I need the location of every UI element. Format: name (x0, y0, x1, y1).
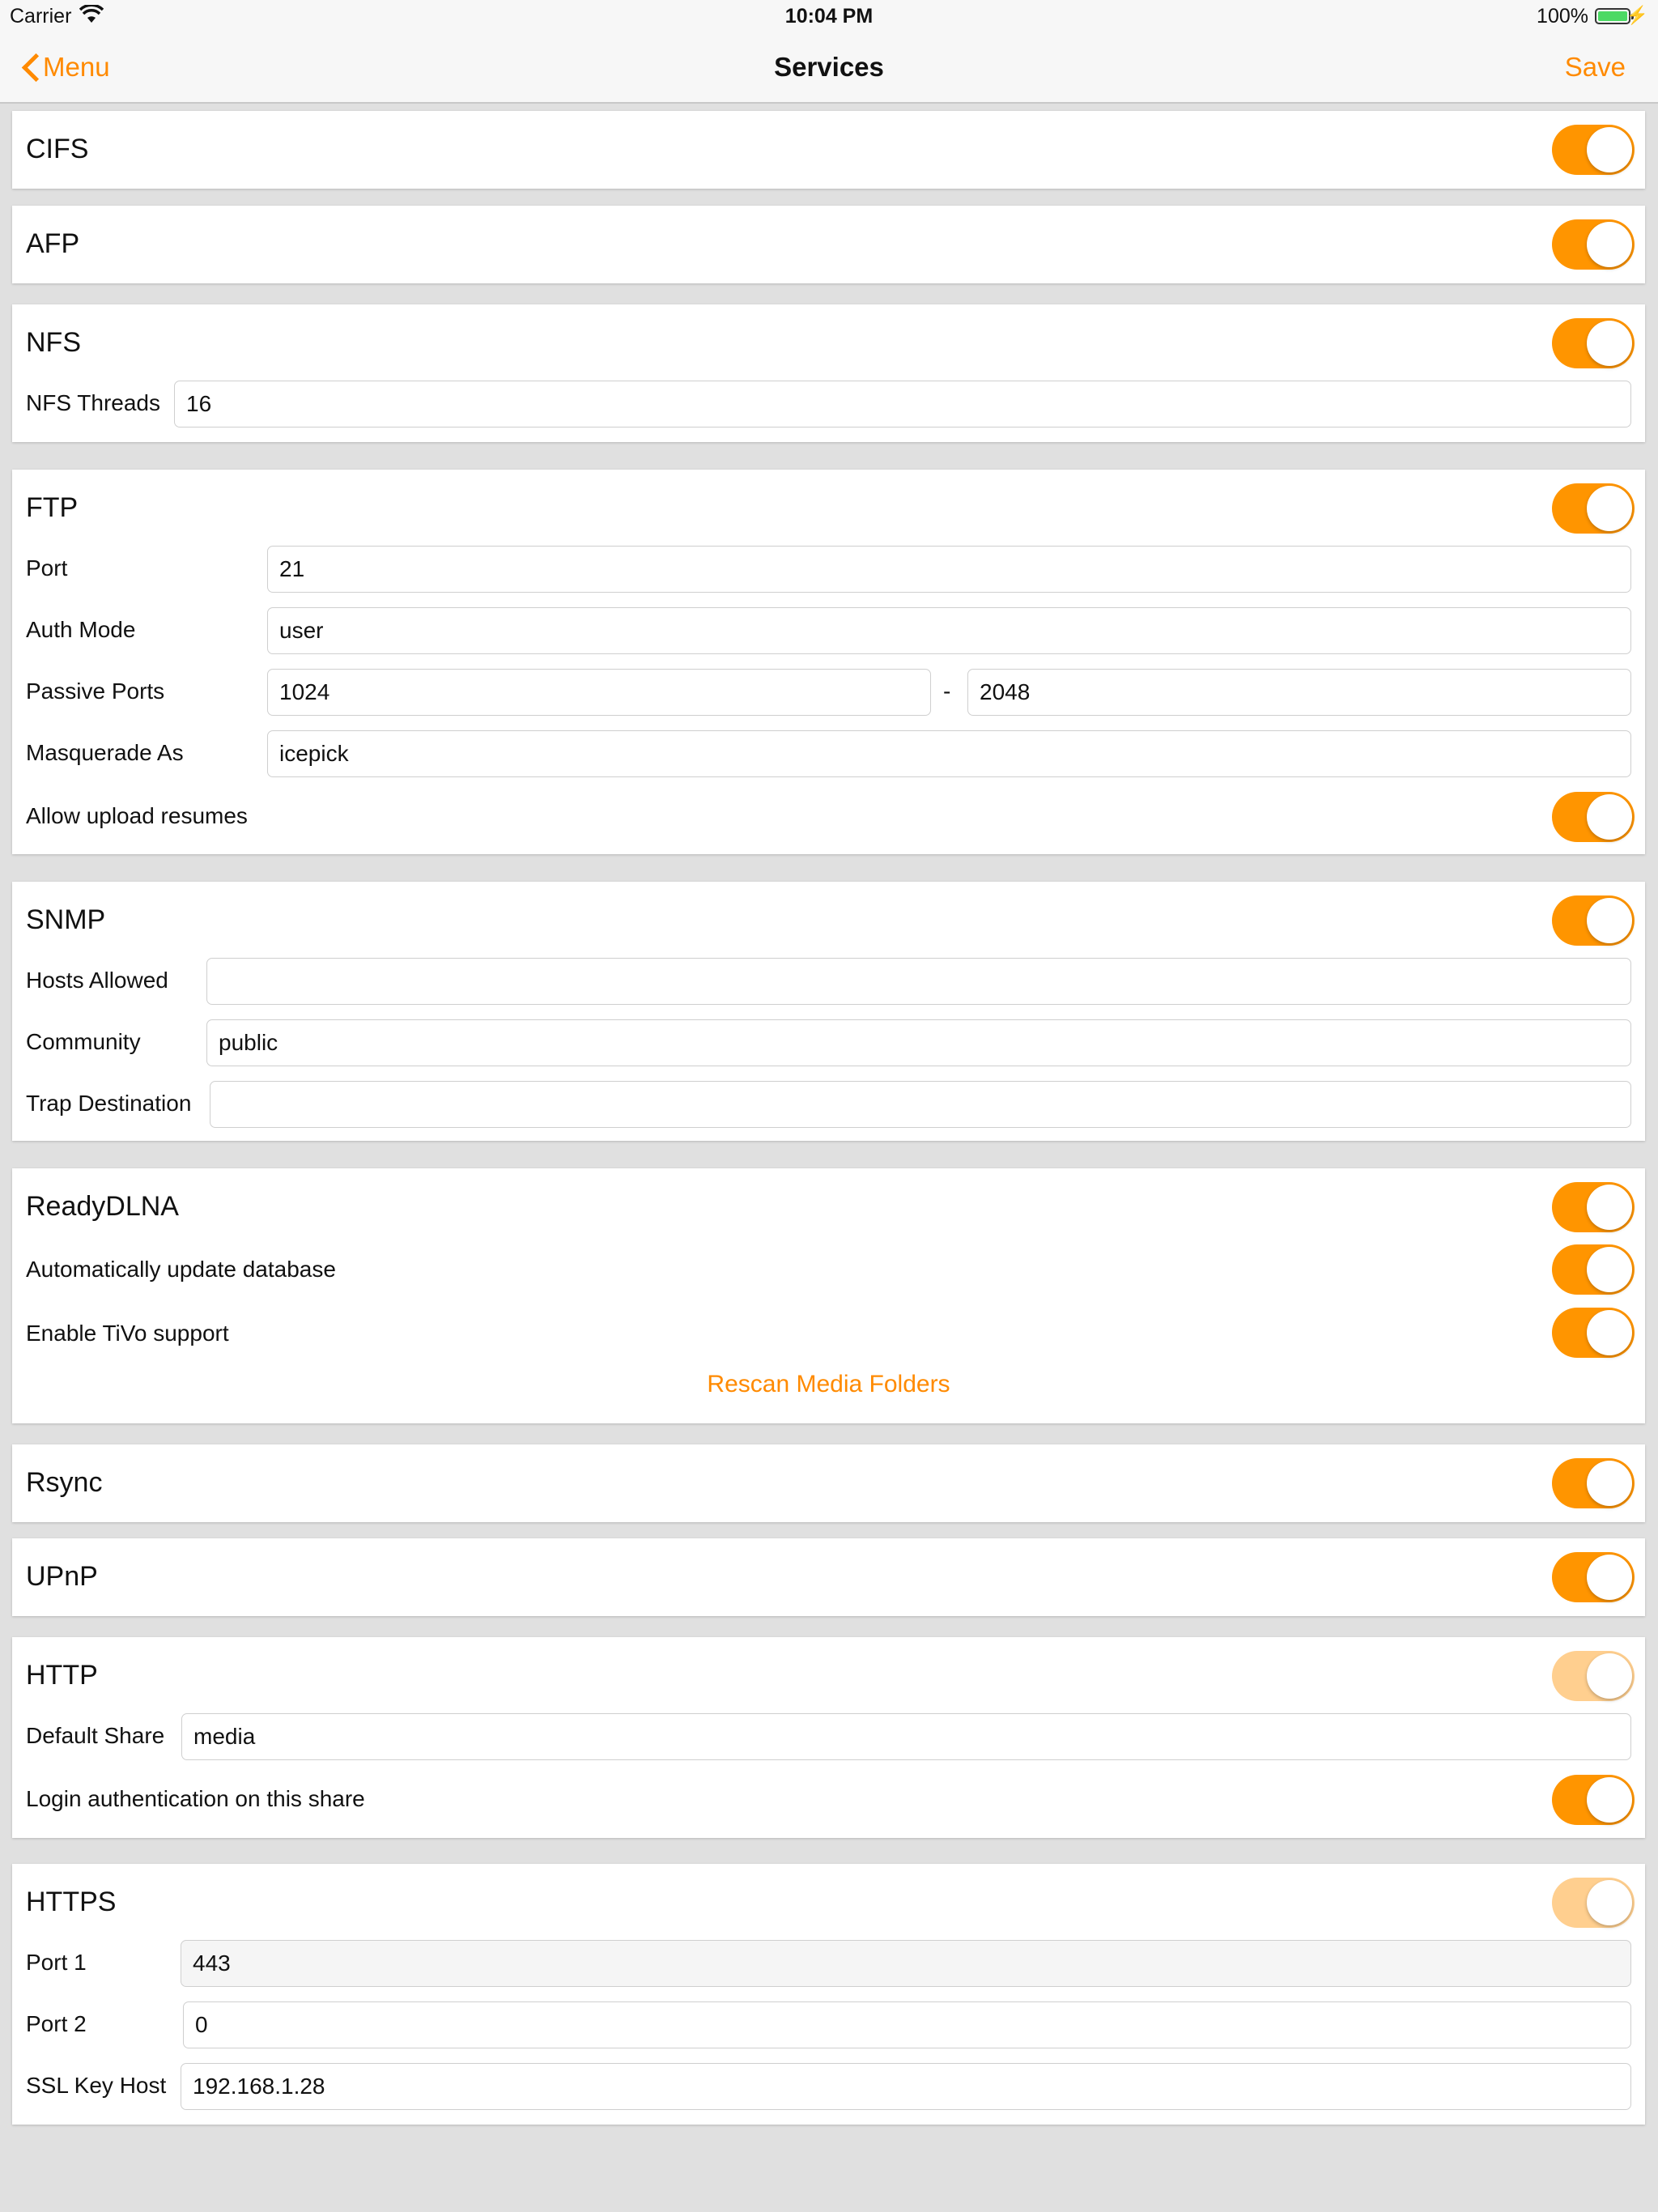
save-button[interactable]: Save (1565, 52, 1626, 83)
snmp-toggle[interactable] (1552, 895, 1635, 946)
ftp-masq-label: Masquerade As (26, 740, 184, 765)
https-port2-field[interactable]: 0 (183, 2001, 1631, 2048)
rsync-section: Rsync (12, 1444, 1645, 1522)
ftp-toggle[interactable] (1552, 483, 1635, 534)
readydlna-toggle[interactable] (1552, 1182, 1635, 1232)
rsync-title: Rsync (26, 1467, 103, 1498)
ftp-auth-label: Auth Mode (26, 617, 136, 642)
snmp-trap-field[interactable] (210, 1081, 1631, 1128)
dlna-autoupdate-label: Automatically update database (26, 1257, 336, 1282)
http-login-label: Login authentication on this share (26, 1786, 365, 1811)
cifs-title: CIFS (26, 134, 89, 164)
dlna-tivo-label: Enable TiVo support (26, 1321, 229, 1346)
page-title: Services (774, 52, 884, 82)
nfs-toggle[interactable] (1552, 318, 1635, 368)
upnp-toggle[interactable] (1552, 1552, 1635, 1602)
snmp-community-field[interactable]: public (206, 1019, 1631, 1066)
ftp-title: FTP (26, 492, 79, 523)
passive-separator: - (943, 678, 951, 704)
https-ssl-label: SSL Key Host (26, 2073, 167, 2098)
snmp-community-label: Community (26, 1029, 141, 1054)
snmp-hosts-label: Hosts Allowed (26, 968, 168, 993)
upnp-title: UPnP (26, 1561, 98, 1592)
nfs-threads-field[interactable]: 16 (174, 381, 1631, 428)
ftp-auth-field[interactable]: user (267, 607, 1631, 654)
ftp-port-field[interactable]: 21 (267, 546, 1631, 593)
navigation-bar: Menu Services Save (0, 34, 1658, 104)
https-title: HTTPS (26, 1887, 117, 1917)
afp-section: AFP (12, 206, 1645, 283)
http-share-field[interactable]: media (181, 1713, 1631, 1760)
ftp-resume-label: Allow upload resumes (26, 803, 248, 828)
snmp-hosts-field[interactable] (206, 958, 1631, 1005)
nfs-section: NFS NFS Threads 16 (12, 304, 1645, 442)
snmp-section: SNMP Hosts Allowed Community public Trap… (12, 882, 1645, 1141)
upnp-section: UPnP (12, 1538, 1645, 1616)
http-share-label: Default Share (26, 1723, 165, 1748)
cifs-section: CIFS (12, 111, 1645, 189)
clock: 10:04 PM (784, 5, 874, 28)
battery-icon (1595, 8, 1634, 24)
https-port2-label: Port 2 (26, 2011, 87, 2036)
dlna-tivo-toggle[interactable] (1552, 1308, 1635, 1358)
charging-icon: ⚡ (1626, 5, 1648, 25)
ftp-port-label: Port (26, 555, 68, 581)
readydlna-title: ReadyDLNA (26, 1191, 179, 1222)
ftp-passive-from-field[interactable]: 1024 (267, 669, 931, 716)
http-toggle[interactable] (1552, 1651, 1635, 1701)
https-toggle[interactable] (1552, 1878, 1635, 1928)
ftp-passive-label: Passive Ports (26, 678, 165, 704)
afp-title: AFP (26, 228, 80, 259)
afp-toggle[interactable] (1552, 219, 1635, 270)
battery-percent: 100% (1537, 5, 1588, 28)
http-title: HTTP (26, 1660, 98, 1691)
status-bar: Carrier 10:04 PM 100% ⚡ (0, 0, 1658, 34)
https-ssl-field[interactable]: 192.168.1.28 (181, 2063, 1631, 2110)
https-section: HTTPS Port 1 443 Port 2 0 SSL Key Host 1… (12, 1864, 1645, 2125)
cifs-toggle[interactable] (1552, 125, 1635, 175)
http-login-toggle[interactable] (1552, 1775, 1635, 1825)
ftp-masq-field[interactable]: icepick (267, 730, 1631, 777)
readydlna-section: ReadyDLNA Automatically update database … (12, 1168, 1645, 1423)
nfs-threads-label: NFS Threads (26, 390, 160, 415)
https-port1-label: Port 1 (26, 1950, 87, 1975)
rsync-toggle[interactable] (1552, 1458, 1635, 1508)
ftp-resume-toggle[interactable] (1552, 792, 1635, 842)
snmp-trap-label: Trap Destination (26, 1091, 192, 1116)
ftp-section: FTP Port 21 Auth Mode user Passive Ports… (12, 470, 1645, 854)
https-port1-field[interactable]: 443 (181, 1940, 1631, 1987)
ftp-passive-to-field[interactable]: 2048 (967, 669, 1631, 716)
http-section: HTTP Default Share media Login authentic… (12, 1637, 1645, 1838)
nfs-title: NFS (26, 327, 81, 358)
snmp-title: SNMP (26, 904, 106, 935)
rescan-media-button[interactable]: Rescan Media Folders (12, 1371, 1645, 1398)
dlna-autoupdate-toggle[interactable] (1552, 1244, 1635, 1295)
